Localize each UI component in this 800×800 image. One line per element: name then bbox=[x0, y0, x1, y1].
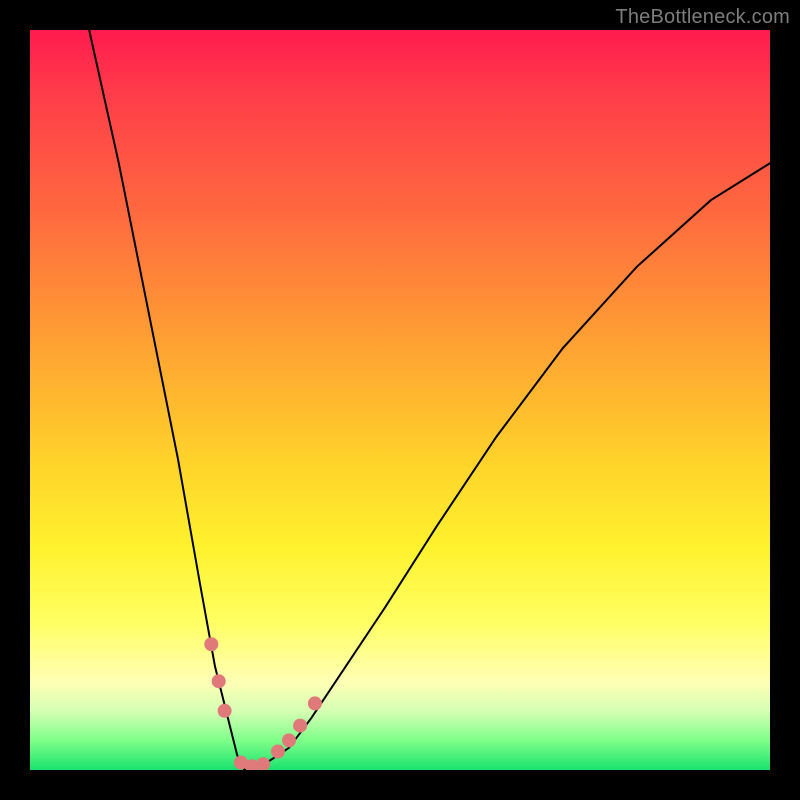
plot-area bbox=[30, 30, 770, 770]
marker-dot bbox=[308, 696, 322, 710]
marker-dot bbox=[282, 733, 296, 747]
watermark-text: TheBottleneck.com bbox=[615, 6, 790, 29]
bottleneck-curve bbox=[89, 30, 770, 770]
marker-dot bbox=[204, 637, 218, 651]
marker-dot bbox=[256, 757, 270, 770]
marker-dot bbox=[293, 719, 307, 733]
marker-dot bbox=[271, 745, 285, 759]
curve-layer bbox=[30, 30, 770, 770]
marker-layer bbox=[204, 637, 322, 770]
chart-outer-frame: TheBottleneck.com bbox=[0, 0, 800, 800]
marker-dot bbox=[212, 674, 226, 688]
marker-dot bbox=[218, 704, 232, 718]
